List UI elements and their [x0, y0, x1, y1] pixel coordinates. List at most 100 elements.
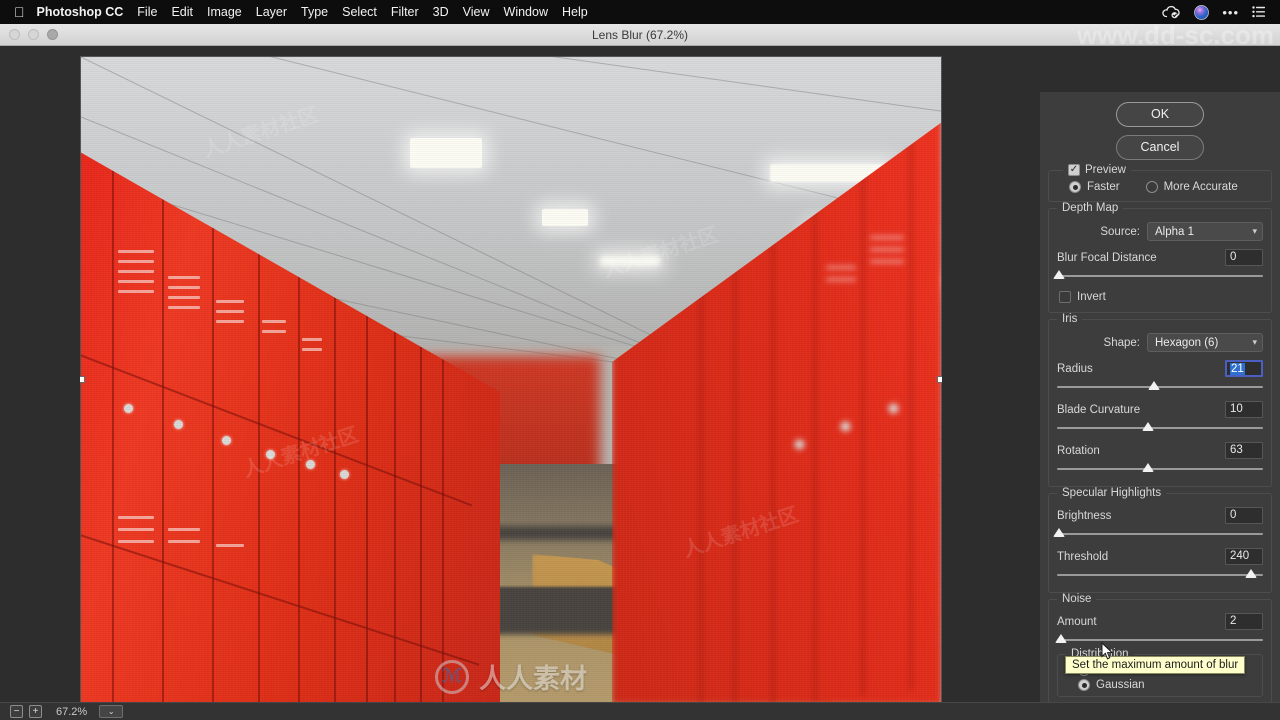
faster-label: Faster	[1087, 181, 1120, 193]
depth-map-group: Depth Map Source: Alpha 1 ▾ Blur Focal D…	[1048, 202, 1272, 313]
more-accurate-label: More Accurate	[1163, 181, 1238, 193]
menu-item-file[interactable]: File	[137, 5, 157, 19]
blur-focal-distance-row: Blur Focal Distance 0	[1055, 246, 1265, 268]
radius-field-value: 21	[1230, 363, 1245, 375]
slider-thumb[interactable]	[1053, 528, 1065, 537]
menu-item-layer[interactable]: Layer	[256, 5, 287, 19]
menu-item-edit[interactable]: Edit	[171, 5, 193, 19]
preview-checkbox[interactable]: ✓	[1068, 164, 1080, 176]
blade-curvature-field[interactable]: 10	[1225, 401, 1263, 418]
radius-slider[interactable]	[1057, 380, 1263, 393]
slider-track	[1057, 639, 1263, 641]
zoom-level-value: 67.2%	[56, 705, 88, 718]
invert-row: ✓ Invert	[1055, 287, 1265, 306]
menu-item-window[interactable]: Window	[504, 5, 548, 19]
more-accurate-radio[interactable]	[1145, 181, 1158, 193]
cancel-button[interactable]: Cancel	[1116, 135, 1204, 160]
window-title: Lens Blur (67.2%)	[591, 27, 689, 42]
zoom-out-button[interactable]: −	[10, 705, 23, 718]
slider-thumb[interactable]	[1148, 381, 1160, 390]
threshold-field[interactable]: 240	[1225, 548, 1263, 565]
menu-item-select[interactable]: Select	[342, 5, 377, 19]
specular-highlights-body: Brightness 0 Threshold 240	[1055, 494, 1265, 581]
noise-legend: Noise	[1057, 593, 1097, 605]
menu-item-help[interactable]: Help	[562, 5, 588, 19]
slider-track	[1057, 533, 1263, 535]
macos-menubar:  Photoshop CC File Edit Image Layer Typ…	[0, 0, 1280, 24]
source-select[interactable]: Alpha 1 ▾	[1147, 222, 1263, 241]
rotation-row: Rotation 63	[1055, 439, 1265, 461]
menu-item-type[interactable]: Type	[301, 5, 328, 19]
threshold-row: Threshold 240	[1055, 545, 1265, 567]
slider-track	[1057, 275, 1263, 277]
source-row: Source: Alpha 1 ▾	[1055, 219, 1265, 246]
menu-app-name[interactable]: Photoshop CC	[37, 5, 124, 19]
workspace: 人人素材社区 人人素材社区 人人素材社区 人人素材社区 ℳ 人人素材 OK Ca…	[0, 46, 1280, 720]
lens-blur-options-panel: OK Cancel ✓ Preview Faster More Accurate	[1040, 92, 1280, 720]
threshold-label: Threshold	[1057, 550, 1109, 563]
rotation-field[interactable]: 63	[1225, 442, 1263, 459]
dialog-buttons: OK Cancel	[1040, 92, 1280, 160]
radius-label: Radius	[1057, 362, 1093, 375]
slider-thumb[interactable]	[1142, 463, 1154, 472]
photoshop-window:  Photoshop CC File Edit Image Layer Typ…	[0, 0, 1280, 720]
depth-map-legend: Depth Map	[1057, 202, 1124, 214]
shape-label: Shape:	[1103, 336, 1140, 349]
iris-body: Shape: Hexagon (6) ▾ Radius 21 Blade Cur…	[1055, 320, 1265, 475]
radius-field[interactable]: 21	[1225, 360, 1263, 377]
shape-select[interactable]: Hexagon (6) ▾	[1147, 333, 1263, 352]
chevron-down-icon: ▾	[1252, 226, 1257, 236]
rotation-label: Rotation	[1057, 444, 1100, 457]
menu-item-3d[interactable]: 3D	[433, 5, 449, 19]
menu-item-filter[interactable]: Filter	[391, 5, 419, 19]
slider-thumb[interactable]	[1055, 634, 1067, 643]
noise-amount-field[interactable]: 2	[1225, 613, 1263, 630]
lens-blur-preview-canvas[interactable]: 人人素材社区 人人素材社区 人人素材社区 人人素材社区 ℳ 人人素材	[80, 56, 942, 704]
source-label: Source:	[1100, 225, 1140, 238]
slider-thumb[interactable]	[1245, 569, 1257, 578]
siri-icon[interactable]	[1194, 4, 1210, 20]
apple-logo-icon[interactable]: 	[14, 5, 25, 19]
ok-button[interactable]: OK	[1116, 102, 1204, 127]
noise-amount-slider[interactable]	[1057, 633, 1263, 646]
control-center-dots-icon[interactable]: •••	[1222, 5, 1239, 20]
invert-checkbox[interactable]: ✓	[1059, 291, 1071, 303]
blade-curvature-slider[interactable]	[1057, 421, 1263, 434]
creative-cloud-icon[interactable]	[1162, 5, 1181, 19]
preview-group: ✓ Preview Faster More Accurate	[1048, 164, 1272, 202]
blur-focal-distance-field[interactable]: 0	[1225, 249, 1263, 266]
gaussian-radio[interactable]	[1078, 679, 1090, 691]
noise-amount-label: Amount	[1057, 615, 1097, 628]
brightness-row: Brightness 0	[1055, 504, 1265, 526]
slider-thumb[interactable]	[1142, 422, 1154, 431]
slider-track	[1057, 427, 1263, 429]
brightness-field[interactable]: 0	[1225, 507, 1263, 524]
rotation-slider[interactable]	[1057, 462, 1263, 475]
ceiling-light	[600, 256, 660, 266]
selection-handle-left[interactable]	[80, 376, 85, 383]
blur-focal-distance-slider[interactable]	[1057, 269, 1263, 282]
selection-handle-right[interactable]	[937, 376, 942, 383]
faster-radio[interactable]	[1069, 181, 1081, 193]
iris-group: Iris Shape: Hexagon (6) ▾ Radius 21 Blad…	[1048, 313, 1272, 674]
ceiling-light	[410, 138, 482, 168]
ceiling-light	[542, 209, 588, 226]
menu-item-view[interactable]: View	[463, 5, 490, 19]
notification-list-icon[interactable]	[1252, 6, 1266, 18]
blade-curvature-row: Blade Curvature 10	[1055, 398, 1265, 420]
blade-curvature-label: Blade Curvature	[1057, 403, 1141, 416]
menu-item-image[interactable]: Image	[207, 5, 242, 19]
preview-photo: 人人素材社区 人人素材社区 人人素材社区 人人素材社区 ℳ 人人素材	[80, 56, 942, 704]
slider-track	[1057, 574, 1263, 576]
brightness-slider[interactable]	[1057, 527, 1263, 540]
radius-row: Radius 21	[1055, 357, 1265, 379]
threshold-slider[interactable]	[1057, 568, 1263, 581]
noise-amount-row: Amount 2	[1055, 610, 1265, 632]
gaussian-row: Gaussian	[1064, 677, 1256, 692]
tooltip: Set the maximum amount of blur	[1065, 656, 1246, 674]
preview-group-legend: ✓ Preview	[1063, 164, 1131, 176]
zoom-in-button[interactable]: +	[29, 705, 42, 718]
iris-legend: Iris	[1057, 313, 1083, 325]
zoom-preset-dropdown[interactable]: ⌄	[99, 705, 124, 718]
slider-thumb[interactable]	[1053, 270, 1065, 279]
